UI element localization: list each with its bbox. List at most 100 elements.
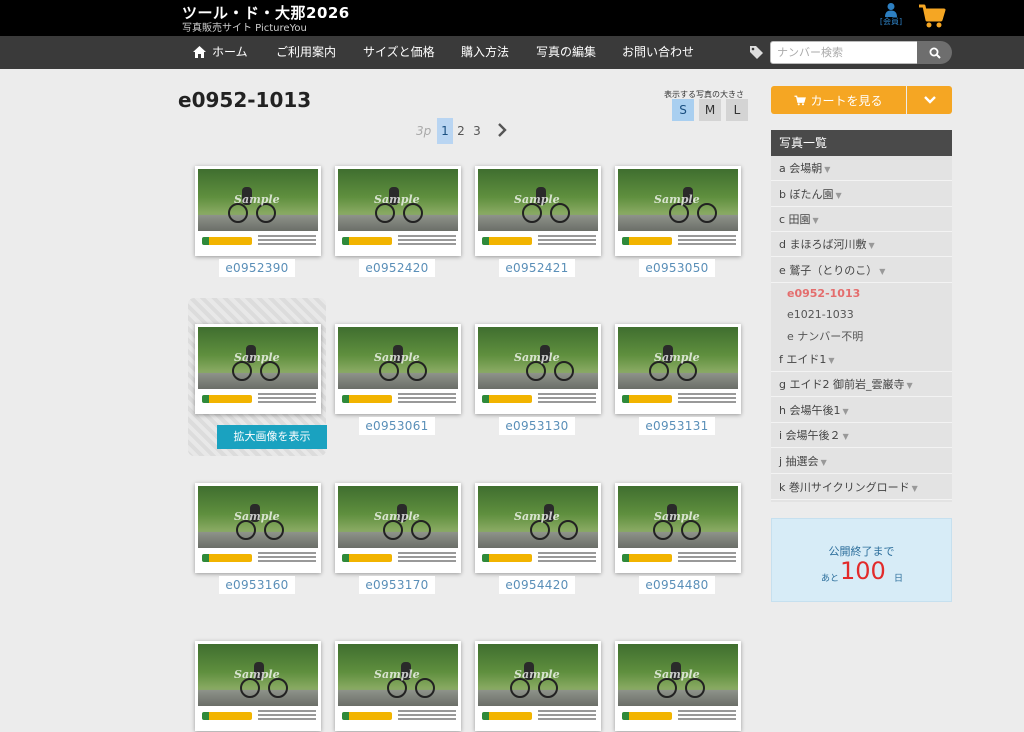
caret-down-icon: ▼ xyxy=(828,356,835,365)
photo-image: Sample xyxy=(338,644,458,706)
nav-guide[interactable]: ご利用案内 xyxy=(276,36,336,69)
search-input[interactable] xyxy=(770,41,918,64)
photo-image: Sample xyxy=(618,486,738,548)
sidebar-category-item[interactable]: d まほろば河川敷 ▼ xyxy=(771,233,952,257)
photo-thumbnail[interactable]: Sample xyxy=(615,483,741,573)
photo-caption-strip xyxy=(618,548,738,570)
photo-caption-strip xyxy=(478,389,598,411)
photo-caption-strip xyxy=(338,548,458,570)
member-link[interactable]: [会員] xyxy=(876,2,906,32)
photo-thumbnail[interactable]: Sample xyxy=(475,483,601,573)
photo-thumbnail[interactable]: Sample xyxy=(195,166,321,256)
photo-thumbnail[interactable]: Sample xyxy=(195,324,321,414)
sample-watermark: Sample xyxy=(654,510,700,523)
caret-down-icon: ▼ xyxy=(842,432,849,441)
sidebar-category-item[interactable]: h 会場午後1 ▼ xyxy=(771,399,952,423)
sample-watermark: Sample xyxy=(374,668,420,681)
nav-contact[interactable]: お問い合わせ xyxy=(622,36,694,69)
photo-caption-strip xyxy=(198,548,318,570)
photo-thumbnail[interactable]: Sample xyxy=(335,483,461,573)
sidebar-category-item[interactable]: i 会場午後２ ▼ xyxy=(771,424,952,448)
nav-sizes[interactable]: サイズと価格 xyxy=(363,36,435,69)
cart-dropdown-toggle[interactable] xyxy=(907,86,952,114)
photo-image: Sample xyxy=(478,644,598,706)
cart-top-button[interactable] xyxy=(918,3,948,31)
photo-number-label[interactable]: e0952420 xyxy=(359,259,435,277)
zoom-image-button[interactable]: 拡大画像を表示 xyxy=(217,425,327,449)
photo-number-label[interactable]: e0954420 xyxy=(499,576,575,594)
caret-down-icon: ▼ xyxy=(835,191,842,200)
photo-number-label[interactable]: e0952390 xyxy=(219,259,295,277)
sidebar-category-label: c 田園 xyxy=(779,213,811,226)
caret-down-icon: ▼ xyxy=(842,407,849,416)
sample-watermark: Sample xyxy=(234,510,280,523)
pager-page-1[interactable]: 1 xyxy=(437,118,453,144)
photo-thumbnail[interactable]: Sample xyxy=(475,324,601,414)
pager-page-3[interactable]: 3 xyxy=(469,118,485,144)
sidebar-category-item[interactable]: b ぼたん園 ▼ xyxy=(771,183,952,207)
nav-home-label: ホーム xyxy=(212,45,248,59)
size-s-button[interactable]: S xyxy=(672,99,694,121)
size-m-button[interactable]: M xyxy=(699,99,721,121)
cart-icon xyxy=(919,4,946,28)
photo-number-label[interactable]: e0953131 xyxy=(639,417,715,435)
sidebar-subcategory-item[interactable]: e1021-1033 xyxy=(787,305,854,325)
sidebar-category-item[interactable]: k 巻川サイクリングロード ▼ xyxy=(771,476,952,500)
photo-image: Sample xyxy=(198,169,318,231)
photo-number-label[interactable]: e0952421 xyxy=(499,259,575,277)
photo-image: Sample xyxy=(618,327,738,389)
photo-thumbnail[interactable]: Sample xyxy=(615,324,741,414)
search-button[interactable] xyxy=(917,41,952,64)
sample-watermark: Sample xyxy=(654,193,700,206)
sidebar-category-item[interactable]: f エイド1 ▼ xyxy=(771,348,952,372)
sample-watermark: Sample xyxy=(374,193,420,206)
photo-image: Sample xyxy=(618,644,738,706)
event-logo xyxy=(202,395,252,403)
photo-number-label[interactable]: e0953061 xyxy=(359,417,435,435)
caret-down-icon: ▼ xyxy=(868,241,875,250)
photo-image: Sample xyxy=(198,327,318,389)
photo-thumbnail[interactable]: Sample xyxy=(335,166,461,256)
photo-number-label[interactable]: e0953130 xyxy=(499,417,575,435)
size-l-button[interactable]: L xyxy=(726,99,748,121)
photo-thumbnail[interactable]: Sample xyxy=(615,166,741,256)
sidebar-subcategory-item[interactable]: e ナンバー不明 xyxy=(787,327,863,347)
view-cart-button[interactable]: カートを見る xyxy=(771,86,906,114)
sidebar-category-item[interactable]: a 会場朝 ▼ xyxy=(771,157,952,181)
photo-number-label[interactable]: e0953050 xyxy=(639,259,715,277)
event-logo xyxy=(622,395,672,403)
photo-thumbnail[interactable]: Sample xyxy=(335,324,461,414)
photo-caption-strip xyxy=(338,706,458,728)
photo-thumbnail[interactable]: Sample xyxy=(615,641,741,731)
sample-watermark: Sample xyxy=(374,351,420,364)
pager-page-2[interactable]: 2 xyxy=(453,118,469,144)
sidebar-subcategory-item[interactable]: e0952-1013 xyxy=(787,284,860,304)
chevron-right-icon[interactable] xyxy=(497,123,507,137)
photo-number-label[interactable]: e0953170 xyxy=(359,576,435,594)
photo-number-label[interactable]: e0954480 xyxy=(639,576,715,594)
event-logo xyxy=(482,554,532,562)
photo-thumbnail[interactable]: Sample xyxy=(195,483,321,573)
photo-caption-strip xyxy=(618,706,738,728)
cart-icon xyxy=(794,95,807,105)
photo-caption-strip xyxy=(478,548,598,570)
caret-down-icon: ▼ xyxy=(812,216,819,225)
sidebar-category-item[interactable]: e 鷲子（とりのこ） ▼ xyxy=(771,259,952,283)
sample-watermark: Sample xyxy=(654,351,700,364)
photo-image: Sample xyxy=(478,327,598,389)
photo-thumbnail[interactable]: Sample xyxy=(335,641,461,731)
photo-thumbnail[interactable]: Sample xyxy=(195,641,321,731)
nav-home[interactable]: ホーム xyxy=(193,36,248,69)
photo-thumbnail[interactable]: Sample xyxy=(475,166,601,256)
sidebar-category-item[interactable]: c 田園 ▼ xyxy=(771,208,952,232)
countdown-unit: 日 xyxy=(894,574,904,584)
sidebar-category-item[interactable]: g エイド2 御前岩_雲巌寺 ▼ xyxy=(771,373,952,397)
nav-purchase[interactable]: 購入方法 xyxy=(461,36,509,69)
pager-prev[interactable]: 3p xyxy=(416,124,431,138)
photo-number-label[interactable]: e0953160 xyxy=(219,576,295,594)
photo-image: Sample xyxy=(198,486,318,548)
photo-caption-strip xyxy=(338,389,458,411)
nav-edit[interactable]: 写真の編集 xyxy=(536,36,596,69)
photo-thumbnail[interactable]: Sample xyxy=(475,641,601,731)
sidebar-category-item[interactable]: j 抽選会 ▼ xyxy=(771,450,952,474)
